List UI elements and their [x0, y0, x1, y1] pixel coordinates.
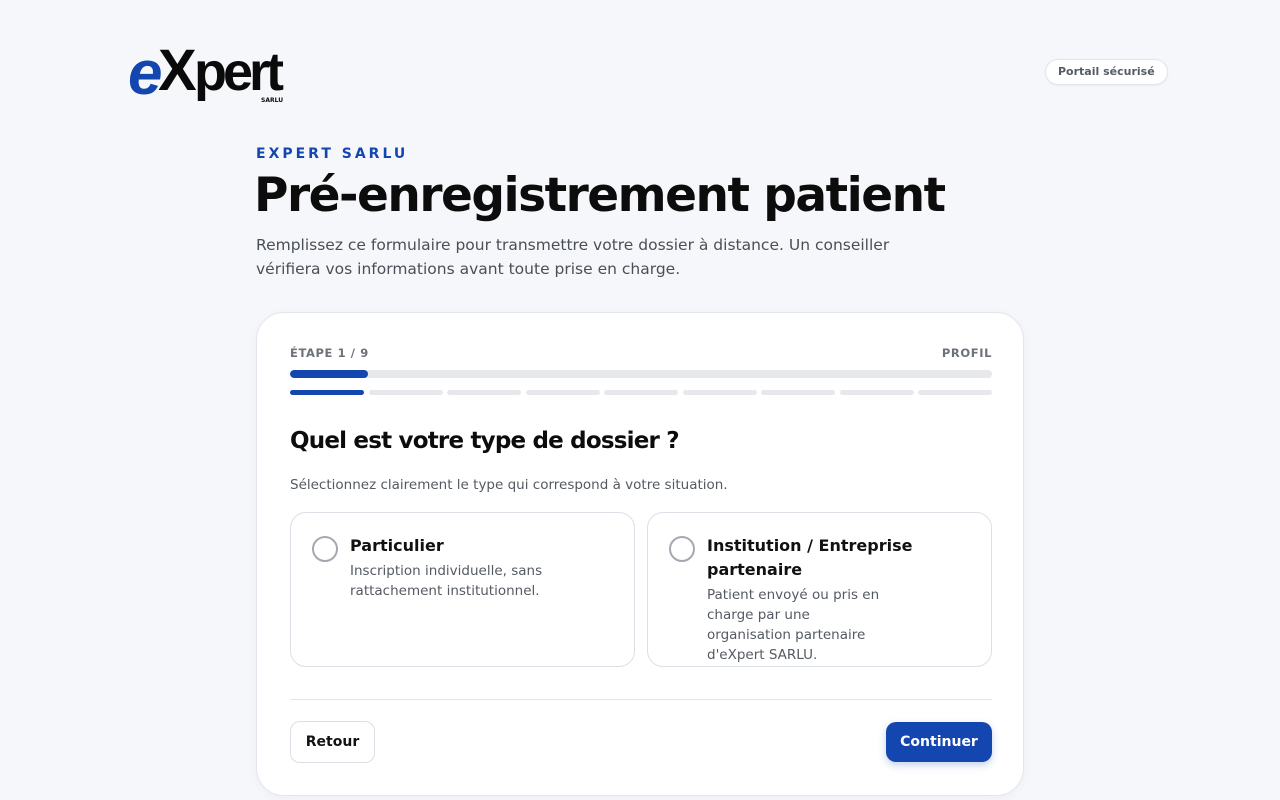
step-segment: [604, 390, 678, 395]
form-card: ÉTAPE 1 / 9 PROFIL Quel est votre type d…: [256, 312, 1024, 796]
step-segment: [368, 390, 443, 395]
progress-bar: [290, 370, 992, 378]
option-particulier[interactable]: Particulier Inscription individuelle, sa…: [290, 512, 635, 667]
radio-button[interactable]: [312, 536, 338, 562]
question-title: Quel est votre type de dossier ?: [290, 428, 680, 454]
step-segment: [447, 390, 521, 395]
secure-portal-badge: Portail sécurisé: [1045, 59, 1168, 85]
page-description: Remplissez ce formulaire pour transmettr…: [256, 236, 890, 278]
svg-text:X: X: [158, 38, 197, 103]
divider: [290, 699, 992, 700]
step-segment: [525, 390, 600, 395]
option-description: Inscription individuelle, sans rattachem…: [350, 563, 543, 599]
step-segment: [761, 390, 835, 395]
expert-logo[interactable]: e X pert SARLU: [128, 38, 292, 106]
logo-subtext: SARLU: [261, 97, 283, 104]
option-description: Patient envoyé ou pris en charge par une…: [707, 587, 880, 663]
svg-text:e: e: [128, 39, 161, 106]
progress-bar-fill: [290, 370, 368, 378]
step-counter: ÉTAPE 1 / 9: [290, 346, 369, 360]
back-button[interactable]: Retour: [290, 721, 375, 763]
continue-button[interactable]: Continuer: [886, 722, 992, 762]
question-hint: Sélectionnez clairement le type qui corr…: [290, 477, 728, 493]
step-header: ÉTAPE 1 / 9 PROFIL: [290, 346, 992, 362]
step-segment: [682, 390, 757, 395]
step-segment: [290, 390, 364, 395]
step-segments: [290, 390, 992, 395]
option-title: Institution / Entreprise partenaire: [707, 536, 913, 579]
option-institution[interactable]: Institution / Entreprise partenaire Pati…: [647, 512, 992, 667]
svg-text:pert: pert: [194, 42, 284, 102]
step-segment: [918, 390, 992, 395]
company-eyebrow: EXPERT SARLU: [256, 146, 409, 162]
step-name: PROFIL: [941, 346, 992, 360]
page: e X pert SARLU Portail sécurisé EXPERT S…: [0, 0, 1280, 800]
radio-button[interactable]: [669, 536, 695, 562]
page-title: Pré-enregistrement patient: [254, 168, 946, 223]
expert-logo-graphic: e X pert SARLU: [128, 38, 288, 106]
option-title: Particulier: [350, 536, 444, 555]
step-segment: [839, 390, 914, 395]
